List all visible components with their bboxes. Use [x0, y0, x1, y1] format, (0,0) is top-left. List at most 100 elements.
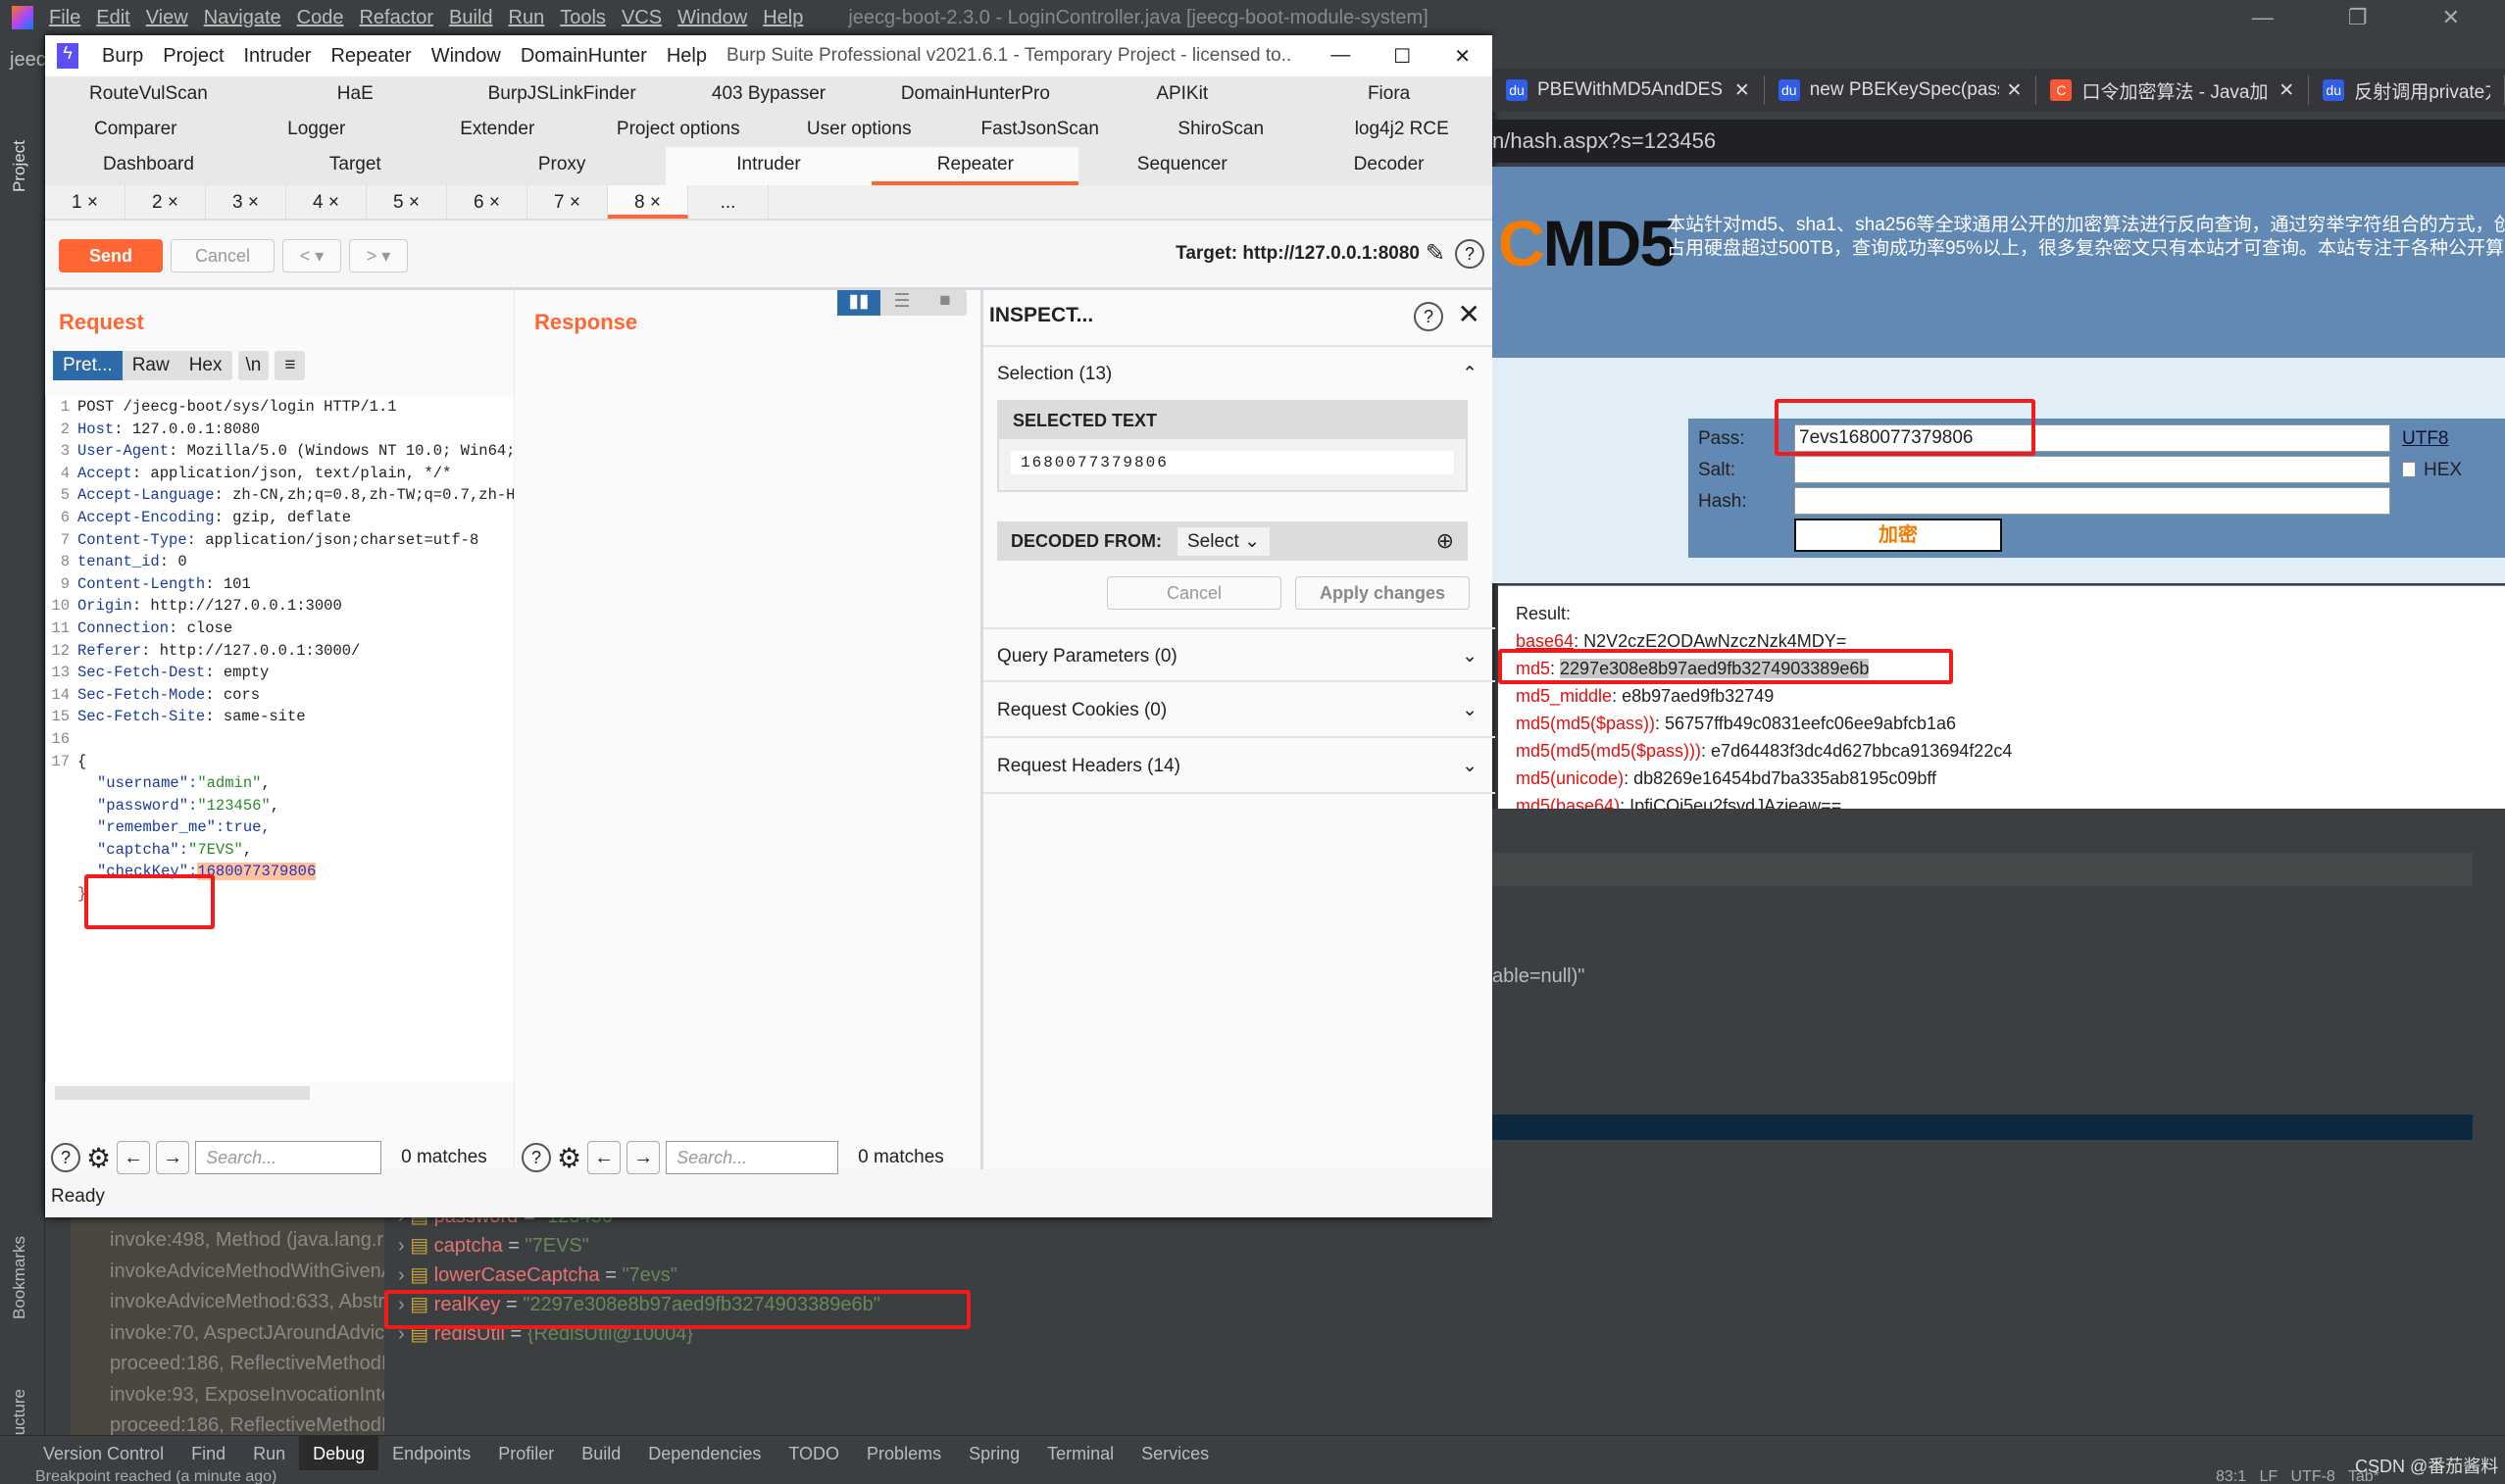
inspector-section-query-parameters-0[interactable]: Query Parameters (0) ⌄: [983, 627, 1495, 682]
tab-close-icon[interactable]: ✕: [2279, 79, 2294, 102]
project-tool-tab[interactable]: Project: [10, 94, 29, 192]
tab-logger[interactable]: Logger: [226, 112, 408, 147]
utf8-link[interactable]: UTF8: [2402, 428, 2449, 450]
burp-menu-domainhunter[interactable]: DomainHunter: [521, 45, 647, 68]
stack-frame[interactable]: invoke:93, ExposeInvocationInter: [110, 1380, 384, 1411]
debug-variable[interactable]: › ▤ captcha = "7EVS": [398, 1231, 1492, 1261]
tool-profiler[interactable]: Profiler: [484, 1436, 568, 1471]
search-prev-button[interactable]: ←: [117, 1141, 151, 1174]
tab-user-options[interactable]: User options: [769, 112, 950, 147]
minimize-icon[interactable]: —: [2252, 5, 2274, 30]
tab-burpjslinkfinder[interactable]: BurpJSLinkFinder: [459, 76, 666, 112]
tool-spring[interactable]: Spring: [955, 1436, 1033, 1471]
settings-gear-icon[interactable]: ⚙: [557, 1142, 581, 1174]
expand-icon[interactable]: ›: [398, 1264, 410, 1286]
result-key[interactable]: md5_middle: [1516, 686, 1612, 706]
ide-menu-refactor[interactable]: Refactor: [359, 7, 433, 29]
hex-checkbox[interactable]: [2402, 462, 2416, 477]
inspector-cancel-button[interactable]: Cancel: [1107, 576, 1281, 610]
tool-endpoints[interactable]: Endpoints: [378, 1436, 484, 1471]
tool-version-control[interactable]: Version Control: [29, 1436, 177, 1471]
repeater-subtab[interactable]: 2 ×: [125, 185, 206, 219]
tool-debug[interactable]: Debug: [299, 1435, 379, 1471]
response-search-input[interactable]: Search...: [666, 1141, 839, 1174]
add-decoding-icon[interactable]: ⊕: [1436, 528, 1454, 554]
help-icon[interactable]: ?: [522, 1143, 551, 1172]
tab-proxy[interactable]: Proxy: [459, 147, 666, 185]
tab-dashboard[interactable]: Dashboard: [45, 147, 252, 185]
search-next-button[interactable]: →: [156, 1141, 190, 1174]
tab-repeater[interactable]: Repeater: [872, 147, 1079, 185]
ide-menu-navigate[interactable]: Navigate: [204, 7, 281, 29]
tab-fastjsonscan[interactable]: FastJsonScan: [950, 112, 1131, 147]
stack-frame[interactable]: invoke:498, Method (java.lang.re: [110, 1225, 384, 1257]
tab-project-options[interactable]: Project options: [588, 112, 770, 147]
encrypt-button[interactable]: 加密: [1794, 519, 2002, 552]
repeater-subtab[interactable]: 1 ×: [45, 185, 125, 219]
burp-menu-intruder[interactable]: Intruder: [244, 45, 312, 68]
stack-frame[interactable]: proceed:186, ReflectiveMethodI: [110, 1349, 384, 1380]
request-editor[interactable]: 1 POST /jeecg-boot/sys/login HTTP/1.1 2 Hos…: [45, 396, 514, 1082]
tool-run[interactable]: Run: [239, 1436, 299, 1471]
layout-stacked-icon[interactable]: ☰: [880, 290, 924, 316]
result-key[interactable]: base64: [1516, 631, 1574, 651]
selected-text-value[interactable]: 1680077379806: [1011, 451, 1454, 474]
tab-apikit[interactable]: APIKit: [1078, 76, 1285, 112]
tool-dependencies[interactable]: Dependencies: [634, 1436, 775, 1471]
browser-tab[interactable]: du 反射调用private方: [2309, 75, 2505, 105]
ide-menu-tools[interactable]: Tools: [560, 7, 606, 29]
stack-frame[interactable]: invokeAdviceMethodWithGivenA: [110, 1257, 384, 1288]
close-icon[interactable]: ✕: [2442, 5, 2460, 30]
burp-maximize-icon[interactable]: ☐: [1393, 44, 1411, 69]
request-search-input[interactable]: Search...: [195, 1141, 382, 1174]
salt-input[interactable]: [1794, 456, 2390, 483]
selection-section-header[interactable]: Selection (13) ⌃: [983, 345, 1495, 400]
view-hex-tab[interactable]: Hex: [179, 351, 232, 380]
tab-log4j2-rce[interactable]: log4j2 RCE: [1312, 112, 1493, 147]
tool-terminal[interactable]: Terminal: [1033, 1436, 1127, 1471]
layout-side-by-side-icon[interactable]: ▮▮: [837, 290, 880, 316]
inspector-section-request-headers-14[interactable]: Request Headers (14) ⌄: [983, 739, 1495, 794]
repeater-subtab[interactable]: 7 ×: [527, 185, 608, 219]
result-key[interactable]: md5(md5($pass)): [1516, 714, 1655, 733]
tool-build[interactable]: Build: [568, 1436, 634, 1471]
ide-menu-help[interactable]: Help: [763, 7, 803, 29]
newline-toggle[interactable]: \n: [237, 351, 270, 380]
decoding-select[interactable]: Select ⌄: [1177, 526, 1271, 556]
settings-gear-icon[interactable]: ⚙: [86, 1142, 111, 1174]
inspector-close-icon[interactable]: ✕: [1458, 298, 1480, 330]
tab-fiora[interactable]: Fiora: [1285, 76, 1492, 112]
tab-403-bypasser[interactable]: 403 Bypasser: [666, 76, 873, 112]
ide-menu-file[interactable]: File: [49, 7, 80, 29]
edit-target-icon[interactable]: ✎: [1426, 239, 1445, 268]
inspector-help-icon[interactable]: ?: [1414, 302, 1443, 331]
tab-routevulscan[interactable]: RouteVulScan: [45, 76, 252, 112]
ide-menu-edit[interactable]: Edit: [96, 7, 129, 29]
tab-intruder[interactable]: Intruder: [665, 147, 873, 185]
expand-icon[interactable]: ›: [398, 1235, 410, 1257]
restore-icon[interactable]: ❐: [2348, 5, 2368, 30]
horizontal-scrollbar[interactable]: [55, 1086, 310, 1100]
result-key[interactable]: md5(md5(md5($pass))): [1516, 741, 1701, 761]
tool-services[interactable]: Services: [1127, 1436, 1223, 1471]
repeater-subtab[interactable]: 5 ×: [367, 185, 447, 219]
caret-position[interactable]: 83:1: [2216, 1470, 2246, 1484]
ide-menu-vcs[interactable]: VCS: [622, 7, 662, 29]
stack-frame[interactable]: proceed:186, ReflectiveMethodI: [110, 1410, 384, 1435]
view-raw-tab[interactable]: Raw: [123, 351, 179, 380]
tab-extender[interactable]: Extender: [407, 112, 588, 147]
view-pretty-tab[interactable]: Pret...: [53, 351, 123, 380]
burp-menu-help[interactable]: Help: [667, 45, 707, 68]
tool-problems[interactable]: Problems: [853, 1436, 955, 1471]
apply-changes-button[interactable]: Apply changes: [1295, 576, 1470, 610]
repeater-subtab[interactable]: 6 ×: [447, 185, 527, 219]
debug-variable[interactable]: › ▤ lowerCaseCaptcha = "7evs": [398, 1261, 1492, 1290]
tab-hae[interactable]: HaE: [252, 76, 459, 112]
repeater-subtab[interactable]: 4 ×: [286, 185, 367, 219]
burp-close-icon[interactable]: ✕: [1454, 44, 1471, 69]
ide-menu-run[interactable]: Run: [509, 7, 545, 29]
browser-tab[interactable]: C 口令加密算法 - Java加 ✕: [2036, 75, 2310, 105]
ide-menu-window[interactable]: Window: [677, 7, 747, 29]
encoding[interactable]: UTF-8: [2291, 1470, 2335, 1484]
stack-frame[interactable]: invokeAdviceMethod:633, Abstr: [110, 1287, 384, 1318]
